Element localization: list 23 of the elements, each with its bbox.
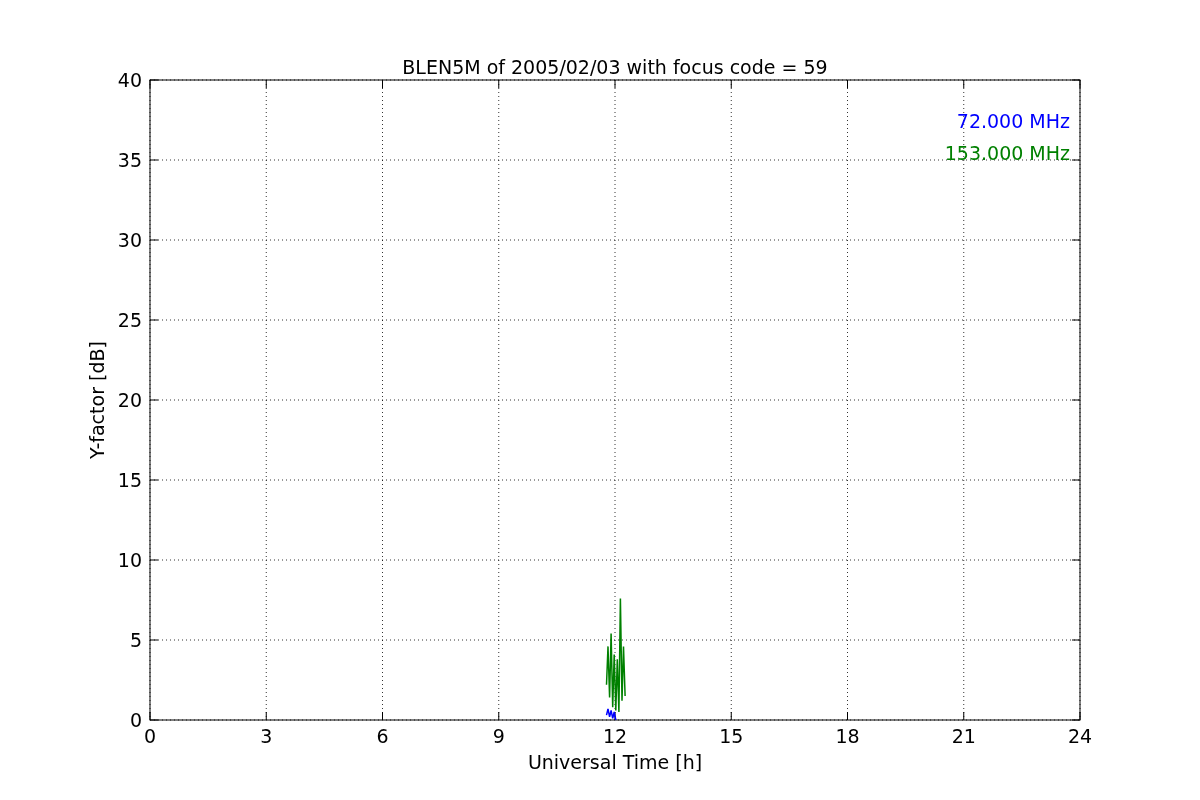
y-tick-label: 10 [117, 549, 142, 571]
x-tick-label: 6 [376, 725, 389, 747]
y-tick-label: 15 [117, 469, 142, 491]
x-tick-label: 3 [260, 725, 273, 747]
x-tick-label: 9 [492, 725, 505, 747]
y-tick-label: 30 [117, 229, 142, 251]
y-tick-label: 35 [117, 149, 142, 171]
x-tick-label: 21 [951, 725, 976, 747]
x-tick-label: 18 [835, 725, 860, 747]
y-tick-label: 20 [117, 389, 142, 411]
chart-title: BLEN5M of 2005/02/03 with focus code = 59 [402, 56, 828, 78]
x-axis-label: Universal Time [h] [527, 751, 703, 773]
legend-label: 72.000 MHz [956, 110, 1070, 132]
y-axis-label: Y-factor [dB] [86, 341, 108, 459]
y-tick-label: 25 [117, 309, 142, 331]
y-tick-label: 40 [117, 69, 142, 91]
y-tick-label: 5 [129, 629, 142, 651]
x-tick-label: 24 [1067, 725, 1093, 747]
x-tick-label: 12 [602, 725, 628, 747]
legend-label: 153.000 MHz [944, 142, 1070, 164]
x-tick-label: 15 [719, 725, 744, 747]
x-tick-label: 0 [143, 725, 157, 747]
y-tick-label: 0 [129, 709, 142, 731]
